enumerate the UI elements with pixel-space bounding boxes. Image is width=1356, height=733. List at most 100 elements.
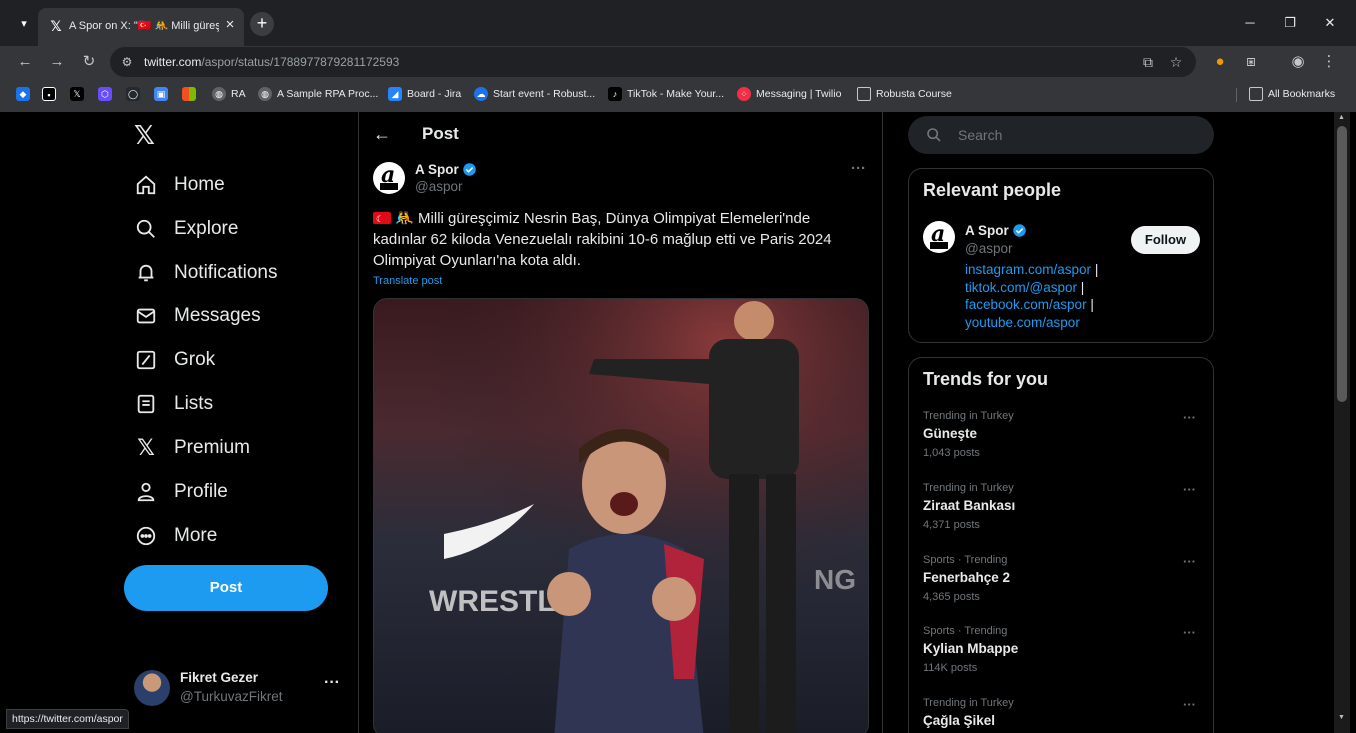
bookmark-icon-only[interactable]	[182, 86, 201, 102]
grok-icon	[134, 348, 158, 372]
post-button[interactable]: Post	[124, 565, 328, 611]
reload-icon[interactable]: ↻	[78, 51, 100, 73]
nav-notifications[interactable]: Notifications	[134, 255, 278, 291]
nav-label: Home	[174, 174, 225, 195]
nav-more[interactable]: More	[134, 518, 217, 554]
extension-icon[interactable]: ●	[1209, 51, 1231, 73]
bio-link[interactable]: instagram.com/aspor	[965, 262, 1091, 277]
hex-icon: ⬡	[98, 87, 112, 101]
scroll-up-icon[interactable]: ▲	[1338, 114, 1345, 121]
trend-meta: Trending in Turkey	[923, 697, 1014, 709]
author-avatar[interactable]: a	[373, 162, 405, 194]
trend-meta: Sports · Trending	[923, 554, 1008, 566]
install-app-icon[interactable]: ⧉	[1138, 52, 1158, 72]
nav-grok[interactable]: Grok	[134, 342, 215, 378]
minimize-icon[interactable]: ─	[1238, 12, 1262, 34]
bookmark-icon-only[interactable]: ◆	[16, 86, 35, 102]
more-dots-icon[interactable]: ···	[1183, 482, 1196, 497]
nav-label: Premium	[174, 437, 251, 458]
bio-link[interactable]: youtube.com/aspor	[965, 315, 1080, 330]
verified-badge-icon	[1013, 224, 1026, 237]
active-tab[interactable]: 𝕏 A Spor on X: "🇹🇷 🤼 Milli güreşç ×	[38, 8, 244, 46]
x-logo-icon[interactable]: 𝕏	[134, 122, 160, 148]
search-icon	[927, 128, 941, 142]
more-dots-icon[interactable]: ···	[1183, 625, 1196, 640]
trend-item[interactable]: Trending in Turkey Ziraat Bankası 4,371 …	[923, 482, 1203, 542]
wrestling-emoji-icon: 🤼	[395, 210, 414, 227]
trend-name: Çağla Şikel	[923, 713, 996, 728]
chrome-menu-icon[interactable]: ⋮	[1318, 51, 1340, 73]
bookmark-folder[interactable]: Robusta Course	[857, 86, 952, 102]
site-info-icon[interactable]: ⚙	[118, 53, 136, 71]
bookmark-ra[interactable]: ◍ RA	[212, 86, 246, 102]
account-switcher[interactable]: Fikret Gezer @TurkuvazFikret ···	[134, 668, 354, 708]
bio-link[interactable]: facebook.com/aspor	[965, 297, 1087, 312]
nav-explore[interactable]: Explore	[134, 211, 238, 247]
more-dots-icon[interactable]: ···	[324, 674, 340, 692]
trend-name: Güneşte	[923, 426, 978, 441]
all-bookmarks[interactable]: All Bookmarks	[1249, 86, 1335, 102]
more-circle-icon	[134, 524, 158, 548]
more-dots-icon[interactable]: ···	[1183, 554, 1196, 569]
microsoft-icon	[182, 87, 196, 101]
bookmark-rpa[interactable]: ◍ A Sample RPA Proc...	[258, 86, 378, 102]
back-icon[interactable]: ←	[14, 51, 36, 73]
close-window-icon[interactable]: ✕	[1318, 12, 1342, 34]
trend-name: Ziraat Bankası	[923, 498, 1016, 513]
extensions-puzzle-icon[interactable]: ⧆	[1240, 51, 1262, 73]
page-scrollbar[interactable]: ▲ ▼	[1334, 112, 1350, 733]
card-title: Relevant people	[923, 180, 1062, 200]
more-dots-icon[interactable]: ···	[1183, 410, 1196, 425]
trend-item[interactable]: Sports · Trending Fenerbahçe 2 4,365 pos…	[923, 554, 1203, 614]
forward-icon[interactable]: →	[46, 51, 68, 73]
scroll-thumb[interactable]	[1337, 126, 1347, 402]
bookmark-star-icon[interactable]: ☆	[1166, 52, 1186, 72]
bookmark-tiktok[interactable]: ♪ TikTok - Make Your...	[608, 86, 724, 102]
bio-link[interactable]: tiktok.com/@aspor	[965, 280, 1077, 295]
bookmark-icon-only[interactable]: ◯	[126, 86, 145, 102]
globe-icon: ◍	[212, 87, 226, 101]
address-bar[interactable]: ⚙ twitter.com/aspor/status/1788977879281…	[110, 47, 1196, 77]
bookmark-icon-only[interactable]: ▪	[42, 86, 61, 102]
profile-avatar-icon[interactable]: ◉	[1287, 51, 1309, 73]
nav-lists[interactable]: Lists	[134, 386, 213, 422]
page-title: Post	[422, 124, 459, 143]
post-image[interactable]: WRESTLING NG	[373, 298, 869, 733]
square-icon: ▪	[42, 87, 56, 101]
tab-close-icon[interactable]: ×	[222, 16, 238, 34]
bookmarks-divider	[1236, 88, 1237, 102]
search-input[interactable]: Search	[908, 116, 1214, 154]
back-arrow-icon[interactable]: ←	[373, 122, 393, 146]
author-avatar[interactable]: a	[923, 221, 955, 253]
nav-premium[interactable]: 𝕏 Premium	[134, 430, 250, 466]
tab-search-chevron-icon[interactable]: ▾	[14, 14, 34, 34]
more-dots-icon[interactable]: ···	[851, 160, 866, 177]
main-column: ← Post a A Spor @aspor ··· 🤼 Milli güreş…	[358, 112, 883, 733]
nav-home[interactable]: Home	[134, 167, 225, 203]
wrestler-photo: WRESTLING NG	[374, 299, 868, 733]
browser-chrome: ▾ 𝕏 A Spor on X: "🇹🇷 🤼 Milli güreşç × + …	[0, 0, 1356, 112]
relevant-handle[interactable]: @aspor	[965, 241, 1012, 256]
trend-item[interactable]: Sports · Trending Kylian Mbappe 114K pos…	[923, 625, 1203, 685]
bookmark-icon-only[interactable]: 𝕏	[70, 86, 89, 102]
restore-icon[interactable]: ❐	[1278, 12, 1302, 34]
nav-label: Profile	[174, 481, 228, 502]
translate-post-link[interactable]: Translate post	[373, 275, 442, 287]
bookmark-jira[interactable]: ◢ Board - Jira	[388, 86, 461, 102]
new-tab-button[interactable]: +	[250, 12, 274, 36]
more-dots-icon[interactable]: ···	[1183, 697, 1196, 712]
nav-profile[interactable]: Profile	[134, 474, 228, 510]
nav-messages[interactable]: Messages	[134, 298, 261, 334]
follow-button[interactable]: Follow	[1131, 226, 1200, 254]
bookmark-twilio[interactable]: ⁘ Messaging | Twilio	[737, 86, 841, 102]
trend-item[interactable]: Trending in Turkey Güneşte 1,043 posts ·…	[923, 410, 1203, 470]
author-name[interactable]: A Spor	[415, 162, 477, 177]
home-icon	[134, 173, 158, 197]
bookmark-icon-only[interactable]: ⬡	[98, 86, 117, 102]
bookmark-robusta[interactable]: ☁ Start event - Robust...	[474, 86, 595, 102]
scroll-down-icon[interactable]: ▼	[1338, 714, 1345, 721]
relevant-name[interactable]: A Spor	[965, 223, 1027, 238]
author-handle[interactable]: @aspor	[415, 179, 462, 194]
bookmark-icon-only[interactable]: ▣	[154, 86, 173, 102]
trend-item[interactable]: Trending in Turkey Çağla Şikel ···	[923, 697, 1203, 733]
